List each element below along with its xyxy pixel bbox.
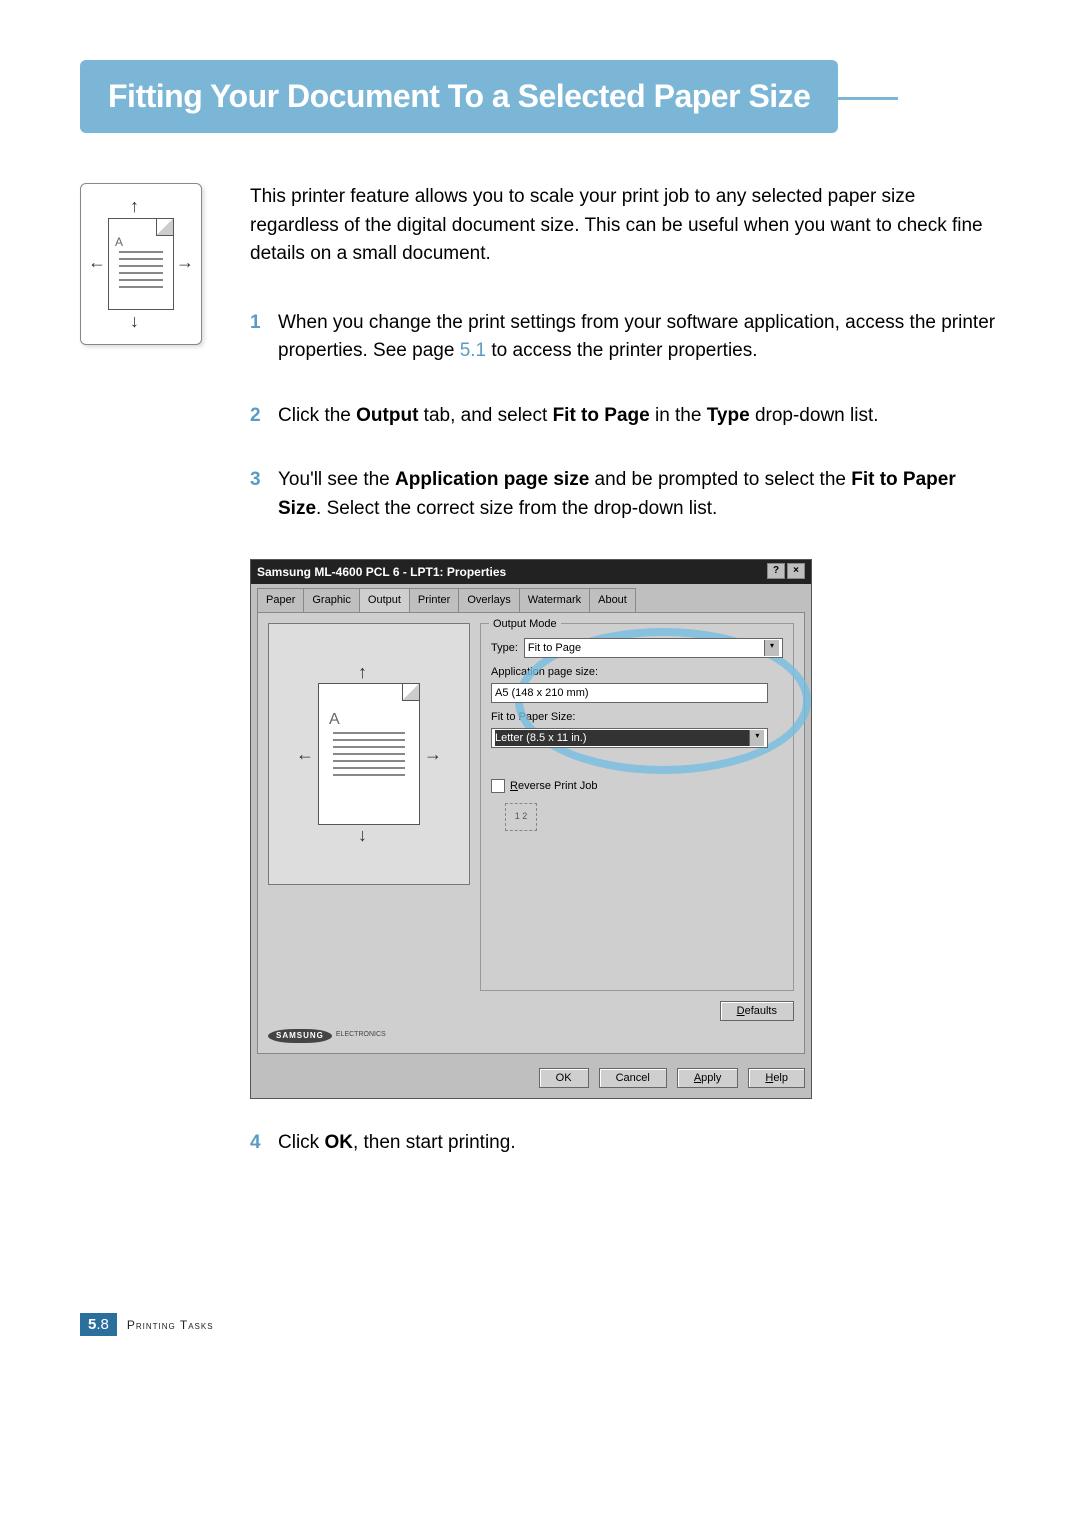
arrow-left-icon: ← [296, 741, 314, 768]
cancel-button[interactable]: Cancel [599, 1068, 667, 1088]
step-text: drop-down list. [750, 405, 879, 426]
brand-subtext: ELECTRONICS [336, 1030, 386, 1041]
ok-button[interactable]: OK [539, 1068, 589, 1088]
type-dropdown[interactable]: Fit to Page ▾ [524, 638, 783, 659]
step-bold: Fit to Page [553, 405, 650, 426]
arrow-down-icon: ↓ [358, 822, 367, 849]
tab-overlays[interactable]: Overlays [458, 588, 519, 612]
step-body: Click the Output tab, and select Fit to … [278, 402, 1000, 431]
step-bold: Type [707, 405, 750, 426]
help-button[interactable]: Help [748, 1068, 805, 1088]
chevron-down-icon[interactable]: ▾ [749, 730, 764, 747]
step-bold: OK [324, 1132, 353, 1153]
step-text: in the [650, 405, 707, 426]
step-number: 3 [250, 466, 268, 523]
properties-dialog: Samsung ML-4600 PCL 6 - LPT1: Properties… [250, 559, 812, 1099]
fit-paper-size-dropdown[interactable]: Letter (8.5 x 11 in.) ▾ [491, 728, 768, 749]
step-text: , then start printing. [353, 1132, 516, 1153]
type-value: Fit to Page [528, 640, 764, 657]
page-number-badge: 5.8 [80, 1313, 117, 1336]
chevron-down-icon[interactable]: ▾ [764, 640, 779, 657]
reverse-print-checkbox[interactable] [491, 779, 505, 793]
intro-paragraph: This printer feature allows you to scale… [250, 183, 1000, 269]
arrow-left-icon: ← [88, 252, 106, 273]
app-page-size-label: Application page size: [491, 664, 783, 681]
step-body: When you change the print settings from … [278, 309, 1000, 366]
samsung-logo: SAMSUNG [268, 1029, 332, 1043]
arrow-right-icon: → [424, 741, 442, 768]
step-bold: Output [356, 405, 418, 426]
step-number: 4 [250, 1129, 268, 1158]
step-text: and be prompted to select the [589, 469, 851, 490]
tab-graphic[interactable]: Graphic [303, 588, 360, 612]
arrow-up-icon: ↑ [130, 196, 139, 217]
fit-paper-size-label: Fit to Paper Size: [491, 709, 783, 726]
fit-page-illustration: A ↑ ↓ ← → [80, 183, 202, 345]
step-text: Click [278, 1132, 324, 1153]
page-letter: A [329, 708, 340, 732]
step-text: tab, and select [418, 405, 552, 426]
step-body: Click OK, then start printing. [278, 1129, 1000, 1158]
page-title: Fitting Your Document To a Selected Pape… [80, 60, 838, 133]
output-mode-group-title: Output Mode [489, 616, 561, 633]
tab-watermark[interactable]: Watermark [519, 588, 590, 612]
arrow-right-icon: → [176, 252, 194, 273]
step-number: 2 [250, 402, 268, 431]
page-letter: A [115, 235, 123, 249]
step-text: Click the [278, 405, 356, 426]
tab-printer[interactable]: Printer [409, 588, 459, 612]
step-number: 1 [250, 309, 268, 366]
print-preview: A ↑ ↓ ← → [268, 623, 470, 885]
arrow-up-icon: ↑ [358, 659, 367, 686]
step-text: to access the printer properties. [486, 340, 757, 361]
step-text: You'll see the [278, 469, 395, 490]
step-body: You'll see the Application page size and… [278, 466, 1000, 523]
tab-output[interactable]: Output [359, 588, 410, 612]
close-icon[interactable]: × [787, 563, 805, 579]
fit-paper-size-value: Letter (8.5 x 11 in.) [495, 730, 749, 747]
page-ref-link[interactable]: 5.1 [460, 340, 486, 361]
defaults-button[interactable]: Defaults [720, 1001, 794, 1021]
reverse-print-label: Reverse Print Job [510, 778, 597, 795]
tab-about[interactable]: About [589, 588, 636, 612]
type-label: Type: [491, 640, 518, 657]
help-icon[interactable]: ? [767, 563, 785, 579]
step-bold: Application page size [395, 469, 589, 490]
step-text: . Select the correct size from the drop-… [316, 498, 717, 519]
dialog-title: Samsung ML-4600 PCL 6 - LPT1: Properties [257, 563, 765, 581]
arrow-down-icon: ↓ [130, 311, 139, 332]
page-order-icon: 1 2 [505, 803, 537, 831]
app-page-size-field: A5 (148 x 210 mm) [491, 683, 768, 704]
tab-paper[interactable]: Paper [257, 588, 304, 612]
apply-button[interactable]: Apply [677, 1068, 739, 1088]
footer-section: Printing Tasks [127, 1318, 214, 1332]
